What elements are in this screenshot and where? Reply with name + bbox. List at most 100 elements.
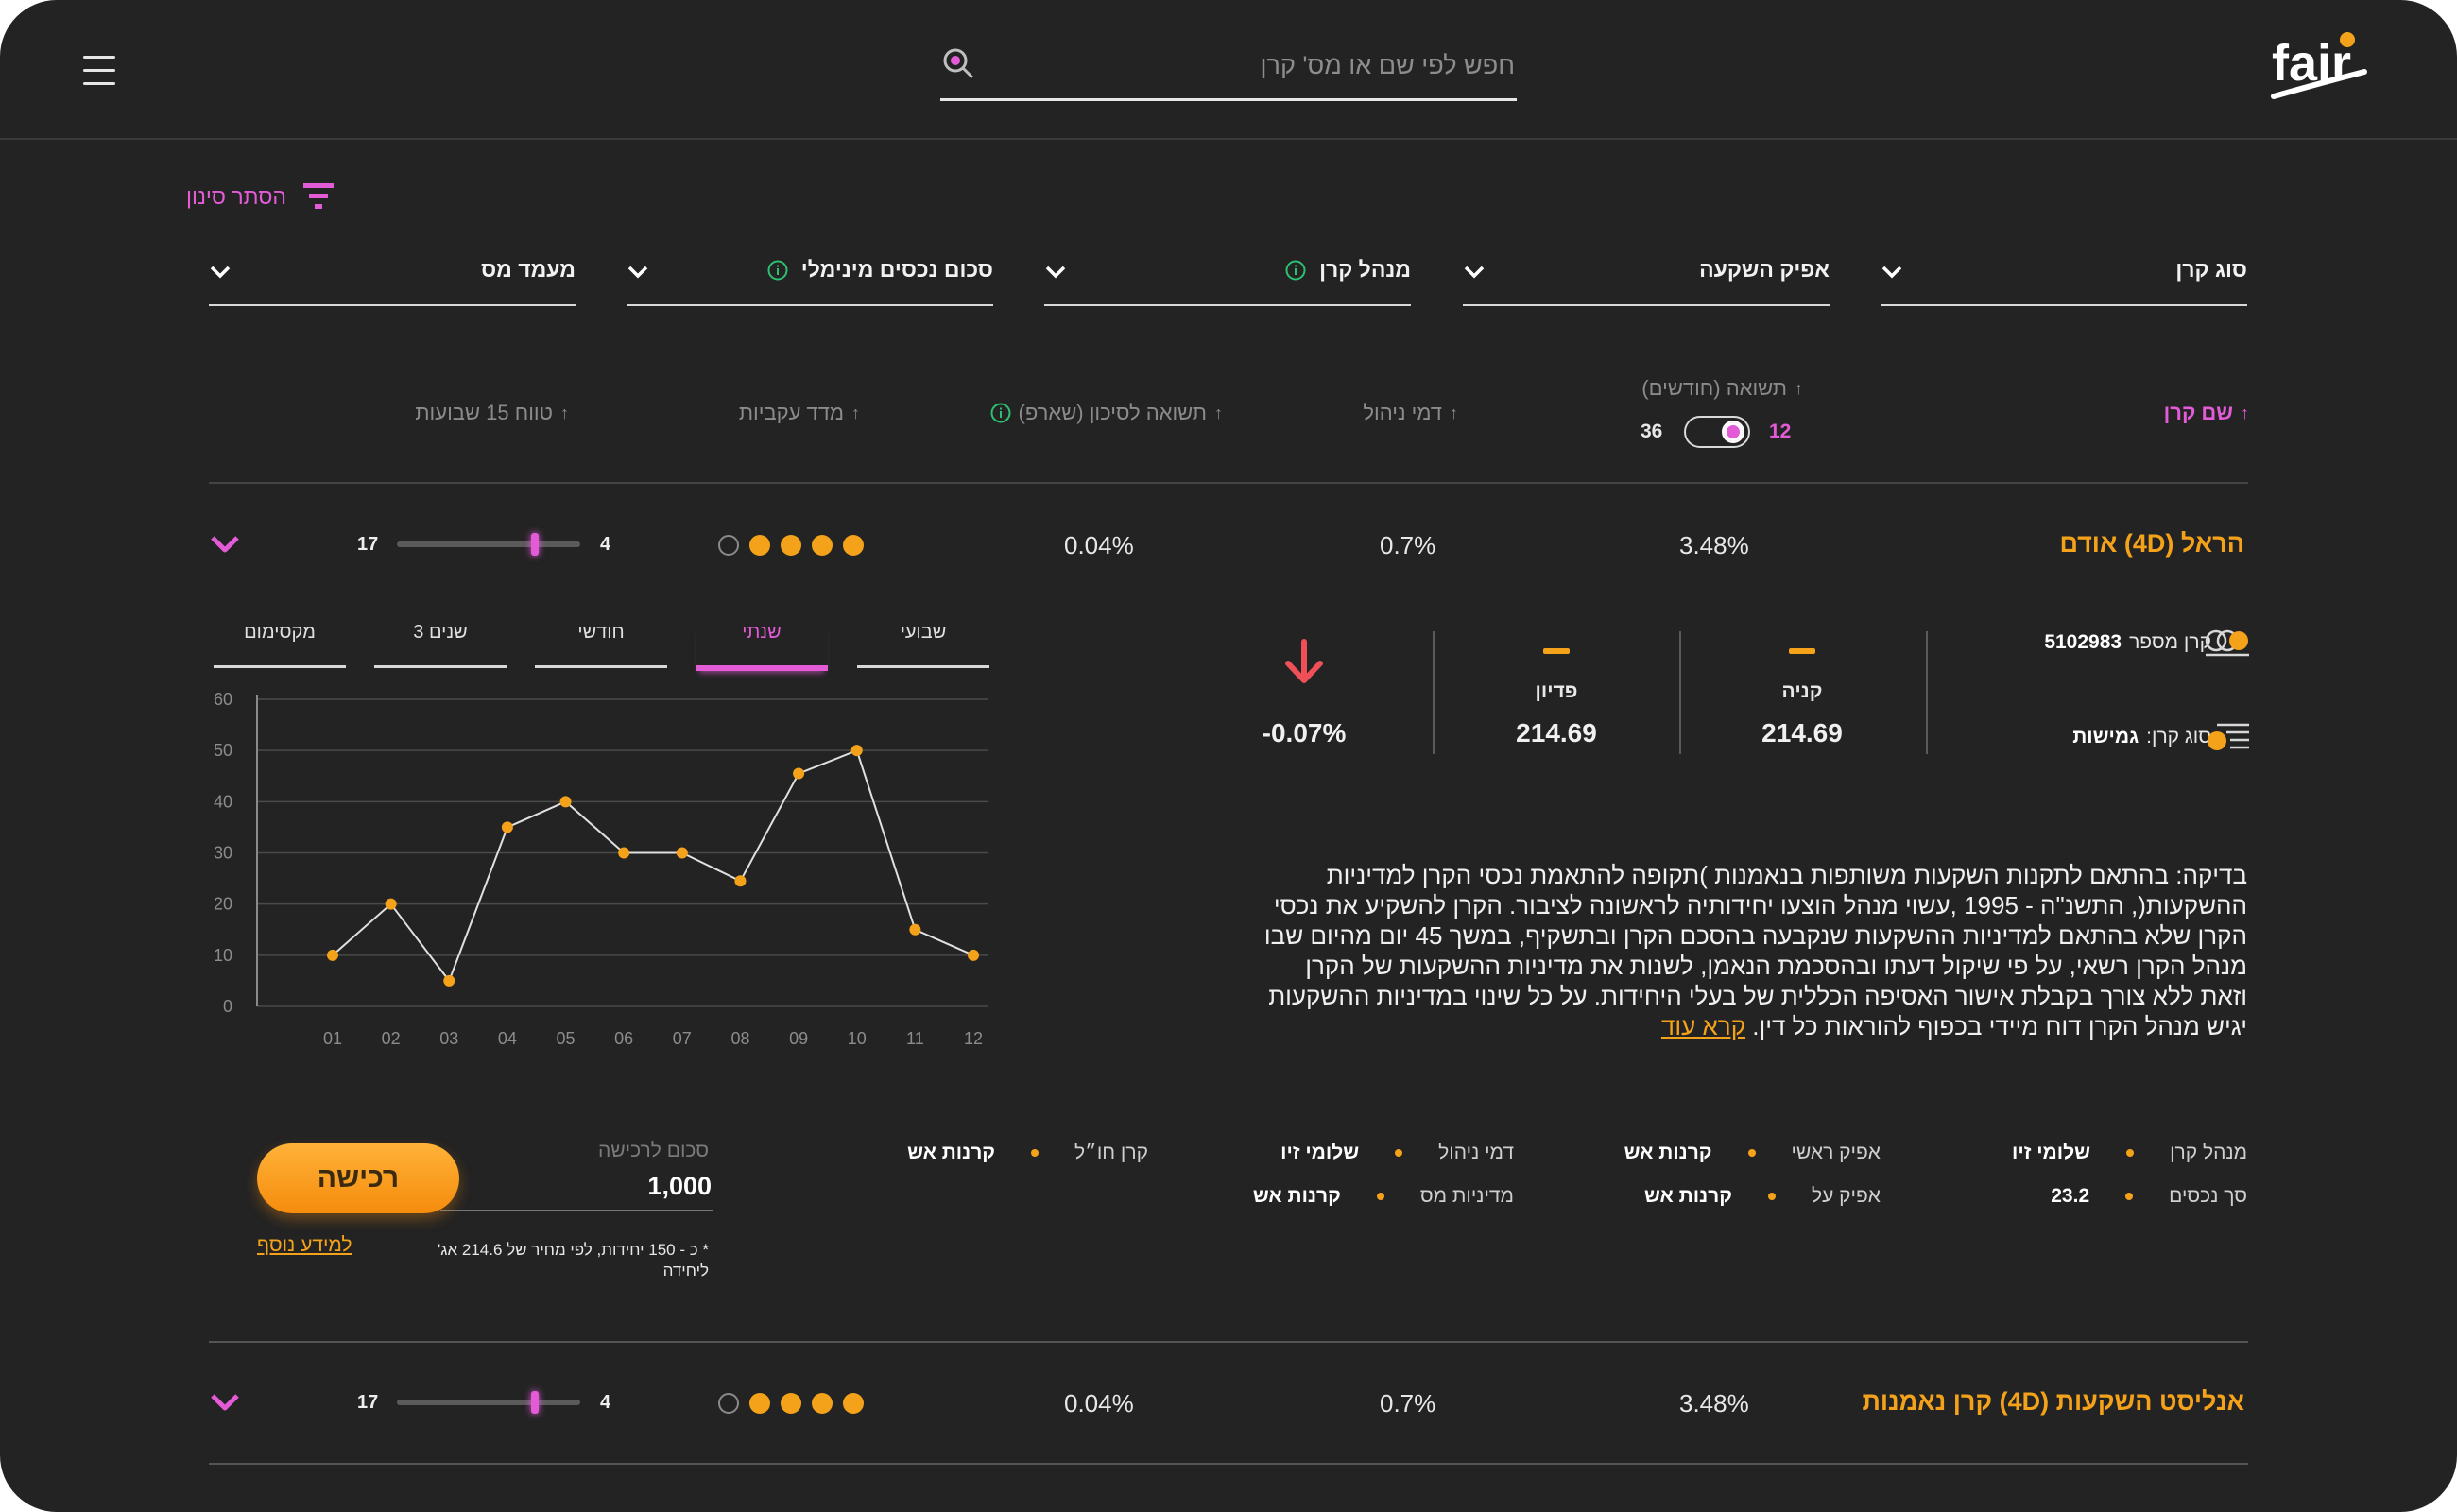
read-more-link[interactable]: קרא עוד xyxy=(1661,1012,1745,1040)
chevron-down-icon xyxy=(627,266,648,279)
tab-3-years[interactable]: 3 שנים xyxy=(374,622,507,668)
chevron-down-icon[interactable] xyxy=(210,1392,240,1415)
column-header-label: תשואה לסיכון (שארפ) xyxy=(1018,401,1207,424)
fund-type-label: סוג קרן: xyxy=(2146,726,2211,747)
purchase-button[interactable]: רכישה xyxy=(257,1143,459,1213)
divider xyxy=(1433,631,1435,754)
column-header-label: טווח 15 שבועות xyxy=(415,401,553,424)
redeem-dash-icon xyxy=(1543,648,1570,654)
search-input[interactable] xyxy=(1003,45,1517,85)
fund-sharpe: 0.04% xyxy=(1064,1389,1134,1418)
filter-icon xyxy=(303,183,334,209)
tab-weekly[interactable]: שבועי xyxy=(857,622,989,668)
column-header-label: תשואה (חודשים) xyxy=(1641,376,1787,400)
range-high: 17 xyxy=(357,1392,379,1413)
tab-yearly[interactable]: שנתי xyxy=(696,622,828,671)
rating-dot-filled xyxy=(781,535,801,556)
dropdown-label: מנהל קרן xyxy=(1319,257,1411,282)
info-icon[interactable] xyxy=(990,403,1011,423)
yield-period-36[interactable]: 36 xyxy=(1641,421,1662,443)
fund-number-label: קרן מספר xyxy=(2129,631,2211,653)
fund-yield: 3.48% xyxy=(1679,531,1749,559)
info-icon[interactable] xyxy=(1285,260,1306,281)
dropdown-fund-manager[interactable]: מנהל קרן xyxy=(1044,248,1411,306)
chevron-down-icon[interactable] xyxy=(210,534,240,557)
yield-period-toggle[interactable] xyxy=(1684,416,1750,448)
fair-logo[interactable]: fair xyxy=(2268,28,2372,109)
detail-key: אפיק ראשי xyxy=(1791,1142,1881,1163)
rating-dot-filled xyxy=(812,535,833,556)
sort-arrow-icon: ↑ xyxy=(1795,378,1803,398)
column-header-label: שם קרן xyxy=(2163,401,2233,424)
arrow-down-icon xyxy=(1285,639,1323,683)
chevron-down-icon xyxy=(1881,266,1902,279)
buy-label: קניה xyxy=(1781,680,1823,702)
price-change: -0.07% xyxy=(1262,718,1347,747)
rating-dot-empty xyxy=(718,1393,739,1414)
bullet-icon xyxy=(2126,1149,2135,1157)
chevron-down-icon xyxy=(1464,266,1485,279)
rating-dot-filled xyxy=(749,1393,770,1414)
bullet-icon xyxy=(1376,1193,1384,1200)
sort-arrow-icon: ↑ xyxy=(1450,403,1458,422)
rating-dot-filled xyxy=(781,1393,801,1414)
purchase-amount-input[interactable] xyxy=(440,1162,713,1211)
dropdown-fund-type[interactable]: סוג קרן xyxy=(1881,248,2247,306)
rating-dot-filled xyxy=(812,1393,833,1414)
detail-value: שלומי זיו xyxy=(2012,1142,2091,1163)
column-header-range[interactable]: ↑ טווח 15 שבועות xyxy=(415,401,569,425)
bullet-icon xyxy=(1767,1193,1776,1200)
fund-name[interactable]: הראל (4D) אודם xyxy=(2059,529,2244,558)
row-divider xyxy=(209,1463,2248,1465)
column-header-sharpe[interactable]: ↑ תשואה לסיכון (שארפ) xyxy=(990,401,1223,425)
sort-arrow-icon: ↑ xyxy=(1214,403,1223,422)
y-tick-label: 40 xyxy=(214,792,232,811)
series-line xyxy=(332,748,974,983)
row-divider xyxy=(209,1341,2248,1343)
dropdown-min-assets[interactable]: סכום נכסים מינימלי xyxy=(627,248,993,306)
fund-mgmt-fee: 0.7% xyxy=(1380,1389,1436,1418)
redeem-price: 214.69 xyxy=(1516,718,1597,747)
bullet-icon xyxy=(1031,1149,1040,1157)
column-header-mgmt-fee[interactable]: ↑ דמי ניהול xyxy=(1363,401,1458,425)
units-note: * כ - 150 יחידות, לפי מחיר של 214.6 אג' … xyxy=(438,1241,709,1280)
data-point xyxy=(793,767,805,780)
info-icon[interactable] xyxy=(767,260,788,281)
data-point xyxy=(734,875,747,887)
column-header-fund-name[interactable]: ↑ שם קרן xyxy=(2164,401,2249,425)
dropdown-label: מעמד מס xyxy=(481,257,576,282)
tab-maximum[interactable]: מקסימום xyxy=(214,622,346,668)
y-tick-label: 10 xyxy=(214,946,232,965)
column-header-tracking[interactable]: ↑ מדד עקביות xyxy=(739,401,860,425)
tab-monthly[interactable]: חודשי xyxy=(535,622,667,668)
sort-arrow-icon: ↑ xyxy=(560,403,569,422)
range-high: 17 xyxy=(357,534,379,555)
column-header-yield[interactable]: ↑ תשואה (חודשים) xyxy=(1641,376,1803,401)
fund-name[interactable]: אנליסט השקעות (4D) קרן נאמנות xyxy=(1862,1387,2244,1417)
fund-type: גמישות xyxy=(2072,726,2139,747)
detail-item: דמי ניהול שלומי זיו xyxy=(1280,1142,1514,1164)
tracking-rating xyxy=(718,534,869,557)
detail-key: מנהל קרן xyxy=(2170,1142,2247,1163)
detail-key: אפיק על xyxy=(1811,1185,1881,1207)
x-tick-label: 04 xyxy=(498,1029,517,1048)
yield-period-12[interactable]: 12 xyxy=(1769,421,1791,443)
data-point xyxy=(501,821,513,833)
divider xyxy=(1679,631,1681,754)
search-icon[interactable] xyxy=(940,45,978,83)
dropdown-investment-track[interactable]: אפיק השקעה xyxy=(1463,248,1830,306)
range-low: 4 xyxy=(600,534,611,555)
rating-dot-filled xyxy=(749,535,770,556)
tracking-rating xyxy=(718,1392,869,1415)
y-tick-label: 0 xyxy=(223,997,232,1016)
detail-item: אפיק ראשי קרנות אש xyxy=(1624,1142,1881,1164)
y-tick-label: 20 xyxy=(214,895,232,914)
x-tick-label: 08 xyxy=(730,1029,749,1048)
x-tick-label: 10 xyxy=(848,1029,867,1048)
x-tick-label: 02 xyxy=(382,1029,401,1048)
hide-filter-toggle[interactable]: הסתר סינון xyxy=(186,178,335,215)
detail-key: מדיניות מס xyxy=(1419,1185,1514,1207)
dropdown-tax-status[interactable]: מעמד מס xyxy=(209,248,576,306)
more-info-link[interactable]: למידע נוסף xyxy=(257,1234,352,1257)
hamburger-menu-icon[interactable] xyxy=(83,52,115,90)
